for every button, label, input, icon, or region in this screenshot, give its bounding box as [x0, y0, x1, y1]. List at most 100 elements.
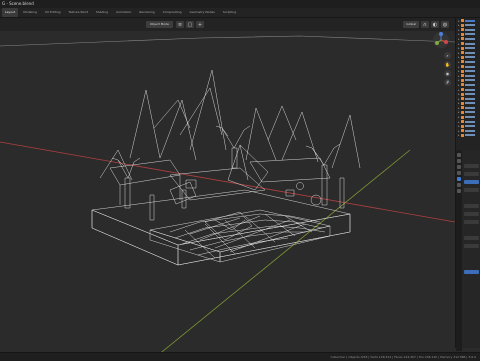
- outliner-row[interactable]: ▸: [456, 110, 480, 114]
- tab-layout[interactable]: Layout: [2, 8, 19, 17]
- material-tab-icon[interactable]: [457, 189, 461, 193]
- expand-arrow-icon[interactable]: ▸: [458, 110, 460, 114]
- expand-arrow-icon[interactable]: ▸: [458, 23, 460, 27]
- object-name[interactable]: [464, 93, 475, 96]
- object-name[interactable]: [464, 42, 475, 45]
- tab-rendering[interactable]: Rendering: [136, 8, 157, 17]
- tab-modeling[interactable]: Modeling: [20, 8, 40, 17]
- expand-arrow-icon[interactable]: ▸: [458, 19, 460, 23]
- outliner-row[interactable]: ▸: [456, 37, 480, 41]
- outliner[interactable]: ▸ ▸ ▸ ▸ ▸ ▸ ▸ ▸ ▸ ▸ ▸ ▸ ▸ ▸ ▸ ▸ ▸ ▸ ▸ ▸ …: [455, 18, 480, 150]
- 3d-viewport[interactable]: [0, 31, 455, 360]
- tab-shading[interactable]: Shading: [93, 8, 111, 17]
- property-field[interactable]: [464, 204, 479, 208]
- object-name[interactable]: [464, 97, 475, 100]
- hand-icon[interactable]: ✋: [444, 61, 451, 68]
- property-field[interactable]: [464, 172, 479, 176]
- select-menu-icon[interactable]: ▢: [186, 21, 194, 28]
- outliner-row[interactable]: ▸: [456, 60, 480, 64]
- outliner-row[interactable]: ▸: [456, 92, 480, 96]
- expand-arrow-icon[interactable]: ▸: [458, 83, 460, 87]
- expand-arrow-icon[interactable]: ▸: [458, 92, 460, 96]
- object-name[interactable]: [464, 28, 475, 31]
- object-name[interactable]: [464, 106, 475, 109]
- outliner-row[interactable]: ▸: [456, 65, 480, 69]
- outliner-row[interactable]: ▸: [456, 78, 480, 82]
- snap-icon[interactable]: ∩: [421, 21, 429, 28]
- view-menu-icon[interactable]: ≡: [176, 21, 184, 28]
- object-name[interactable]: [464, 60, 475, 63]
- expand-arrow-icon[interactable]: ▸: [458, 37, 460, 41]
- property-field[interactable]: [464, 188, 479, 192]
- property-field[interactable]: [464, 244, 479, 248]
- object-name[interactable]: [464, 24, 475, 27]
- expand-arrow-icon[interactable]: ▸: [458, 124, 460, 128]
- expand-arrow-icon[interactable]: ▸: [458, 55, 460, 59]
- outliner-row[interactable]: ▸: [456, 74, 480, 78]
- outliner-row[interactable]: ▸: [456, 83, 480, 87]
- expand-arrow-icon[interactable]: ▸: [458, 46, 460, 50]
- add-menu-icon[interactable]: +: [196, 21, 204, 28]
- object-tab-icon[interactable]: [457, 177, 461, 181]
- tab-texture-paint[interactable]: Texture Paint: [66, 8, 91, 17]
- outliner-row[interactable]: ▸: [456, 23, 480, 27]
- outliner-row[interactable]: ▸: [456, 46, 480, 50]
- object-name[interactable]: [464, 33, 475, 36]
- outliner-row[interactable]: ▸: [456, 19, 480, 23]
- object-name[interactable]: [464, 74, 475, 77]
- outliner-row[interactable]: ▸: [456, 55, 480, 59]
- transform-orientation-select[interactable]: Global: [403, 21, 419, 28]
- outliner-row[interactable]: ▸: [456, 133, 480, 137]
- render-tab-icon[interactable]: [457, 159, 461, 163]
- expand-arrow-icon[interactable]: ▸: [458, 97, 460, 101]
- object-name[interactable]: [464, 70, 475, 73]
- object-name[interactable]: [464, 102, 475, 105]
- expand-arrow-icon[interactable]: ▸: [458, 133, 460, 137]
- expand-arrow-icon[interactable]: ▸: [458, 28, 460, 32]
- object-name[interactable]: [464, 79, 475, 82]
- navigation-gizmo-icon[interactable]: [432, 31, 450, 49]
- outliner-row[interactable]: ▸: [456, 32, 480, 36]
- shading-wire-icon[interactable]: ◍: [441, 21, 449, 28]
- outliner-row[interactable]: ▸: [456, 42, 480, 46]
- expand-arrow-icon[interactable]: ▸: [458, 74, 460, 78]
- object-name[interactable]: [464, 111, 475, 114]
- object-name[interactable]: [464, 134, 475, 137]
- property-field[interactable]: [464, 212, 479, 216]
- outliner-row[interactable]: ▸: [456, 69, 480, 73]
- properties-panel[interactable]: [455, 150, 480, 351]
- outliner-row[interactable]: ▸: [456, 129, 480, 133]
- object-name[interactable]: [464, 47, 475, 50]
- property-field[interactable]: [464, 220, 479, 224]
- expand-arrow-icon[interactable]: ▸: [458, 69, 460, 73]
- outliner-row[interactable]: ▸: [456, 120, 480, 124]
- expand-arrow-icon[interactable]: ▸: [458, 120, 460, 124]
- tab-animation[interactable]: Animation: [113, 8, 134, 17]
- expand-arrow-icon[interactable]: ▸: [458, 88, 460, 92]
- expand-arrow-icon[interactable]: ▸: [458, 115, 460, 119]
- expand-arrow-icon[interactable]: ▸: [458, 129, 460, 133]
- camera-icon[interactable]: ◉: [444, 70, 451, 77]
- mode-select[interactable]: Object Mode: [146, 21, 173, 28]
- object-name[interactable]: [464, 19, 475, 22]
- tab-geometry-nodes[interactable]: Geometry Nodes: [187, 8, 218, 17]
- property-field-active[interactable]: [464, 180, 479, 184]
- expand-arrow-icon[interactable]: ▸: [458, 106, 460, 110]
- outliner-row[interactable]: ▸: [456, 88, 480, 92]
- object-name[interactable]: [464, 129, 475, 132]
- expand-arrow-icon[interactable]: ▸: [458, 32, 460, 36]
- tab-compositing[interactable]: Compositing: [160, 8, 185, 17]
- outliner-row[interactable]: ▸: [456, 124, 480, 128]
- tab-uv-editing[interactable]: UV Editing: [42, 8, 64, 17]
- output-tab-icon[interactable]: [457, 165, 461, 169]
- overlay-icon[interactable]: ◐: [431, 21, 439, 28]
- grid-icon[interactable]: #: [444, 79, 451, 86]
- tool-tab-icon[interactable]: [457, 153, 461, 157]
- outliner-row[interactable]: ▸: [456, 106, 480, 110]
- outliner-row[interactable]: ▸: [456, 51, 480, 55]
- expand-arrow-icon[interactable]: ▸: [458, 101, 460, 105]
- object-name[interactable]: [464, 88, 475, 91]
- tab-scripting[interactable]: Scripting: [220, 8, 239, 17]
- outliner-row[interactable]: ▸: [456, 101, 480, 105]
- modifier-tab-icon[interactable]: [457, 183, 461, 187]
